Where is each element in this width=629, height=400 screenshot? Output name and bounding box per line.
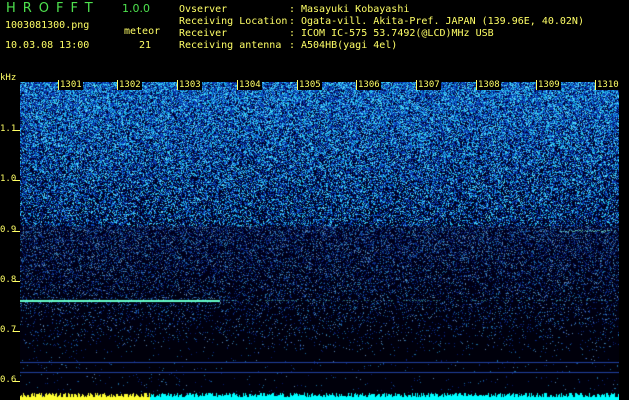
time-label-1309: 1309 xyxy=(537,80,561,90)
meta-location: Receiving Location: Ogata-vill. Akita-Pre… xyxy=(179,16,584,27)
time-label-1308: 1308 xyxy=(477,80,501,90)
time-label-1307: 1307 xyxy=(417,80,441,90)
freq-label-0-9: 0.9 xyxy=(0,225,17,235)
freq-label-1-0: 1.0 xyxy=(0,174,17,184)
freq-tick xyxy=(13,331,20,332)
meta-observer: Ovserver: Masayuki Kobayashi xyxy=(179,4,410,15)
time-label-1310: 1310 xyxy=(596,80,620,90)
meteor-count: 21 xyxy=(139,40,152,51)
station-info: Ovserver: Masayuki Kobayashi Receiving Lo… xyxy=(179,4,584,52)
freq-tick xyxy=(13,381,20,382)
freq-label-1-1: 1.1 xyxy=(0,124,17,134)
freq-unit-label: kHz xyxy=(0,73,17,83)
freq-tick xyxy=(13,180,20,181)
freq-tick xyxy=(13,281,20,282)
time-label-1303: 1303 xyxy=(178,80,202,90)
header-panel: HROFFT 1.0.0 1003081300.png 10.03.08 13:… xyxy=(0,0,629,78)
time-label-1306: 1306 xyxy=(357,80,381,90)
freq-label-0-7: 0.7 xyxy=(0,325,17,335)
app-title: HROFFT xyxy=(6,1,100,16)
meta-receiver: Receiver: ICOM IC-575 53.7492(@LCD)MHz US… xyxy=(179,28,494,39)
time-label-1304: 1304 xyxy=(238,80,262,90)
app-version: 1.0.0 xyxy=(122,2,150,15)
time-label-1302: 1302 xyxy=(118,80,142,90)
spectrogram-canvas xyxy=(20,82,619,400)
time-label-1301: 1301 xyxy=(59,80,83,90)
time-label-1305: 1305 xyxy=(298,80,322,90)
freq-label-0-8: 0.8 xyxy=(0,275,17,285)
file-datetime: 10.03.08 13:00 xyxy=(5,40,90,51)
spectrogram-area xyxy=(20,82,619,400)
meteor-label: meteor xyxy=(124,26,161,37)
freq-label-0-6: 0.6 xyxy=(0,375,17,385)
freq-tick xyxy=(13,130,20,131)
file-name: 1003081300.png xyxy=(5,20,90,31)
meta-antenna: Receiving antenna: A504HB(yagi 4el) xyxy=(179,40,398,51)
freq-tick xyxy=(13,231,20,232)
